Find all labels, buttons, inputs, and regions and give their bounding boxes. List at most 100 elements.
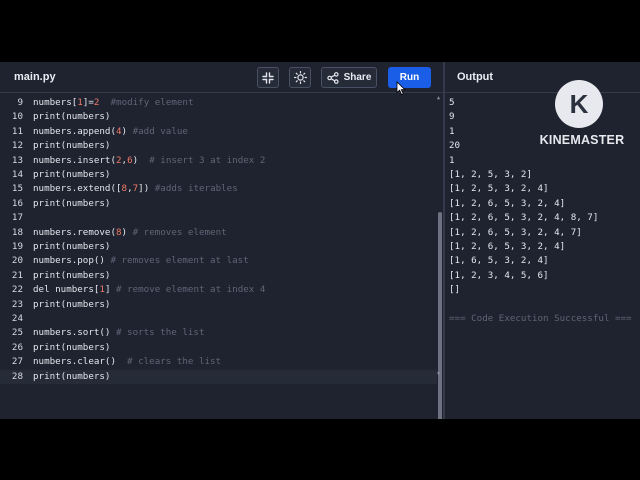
code-token: # removes element [132,226,227,238]
output-title: Output [457,71,494,83]
code-text: print(numbers) [33,110,110,124]
code-token: numbers.append( [33,125,116,137]
code-token: numbers.pop() [33,255,111,267]
code-line[interactable]: 12 print(numbers) [0,139,437,153]
line-number: 10 [11,111,23,123]
code-text: numbers.extend([8,7]) #adds iterables [33,182,238,196]
collapse-button[interactable] [257,67,279,88]
code-token: #add value [132,125,188,137]
code-line[interactable]: 19 print(numbers) [0,240,437,254]
line-number: 28 [11,370,23,382]
code-token: ]) [138,183,155,195]
line-number: 22 [11,284,23,296]
code-text: numbers.pop() # removes element at last [33,254,249,268]
code-line[interactable]: 10 print(numbers) [0,110,437,124]
code-token: numbers.insert( [33,154,116,166]
kinemaster-wordmark: KINEMASTER [539,133,625,147]
code-editor[interactable]: 9 numbers[1]=2 #modify element 10 print(num… [0,93,443,419]
output-line: 1 [449,154,455,166]
code-line[interactable]: 23 print(numbers) [0,298,437,312]
output-line: 1 [449,125,455,137]
output-line: [1, 2, 5, 3, 2, 4] [449,183,549,195]
output-line: 20 [449,140,461,152]
line-number: 26 [11,341,23,353]
code-line[interactable]: 27 numbers.clear() # clears the list [0,355,437,369]
code-token: # insert 3 at index 2 [149,154,266,166]
line-number: 18 [11,226,23,238]
code-line[interactable]: 16 print(numbers) [0,197,437,211]
line-number: 9 [17,97,23,108]
code-token: # sorts the list [115,327,205,339]
code-line[interactable]: 9 numbers[1]=2 #modify element [0,96,437,110]
code-text: del numbers[1] # remove element at index… [33,283,265,297]
output-line: 5 [449,97,455,108]
code-line[interactable]: 26 print(numbers) [0,341,437,355]
theme-toggle-button[interactable] [289,67,311,88]
line-number: 25 [11,327,23,339]
line-number: 21 [11,269,23,281]
code-line[interactable]: 14 print(numbers) [0,168,437,182]
code-token: print(numbers) [33,241,111,252]
code-token: # removes element at last [110,255,249,267]
code-text: numbers.append(4) #add value [33,125,188,139]
code-line[interactable]: 18 numbers.remove(8) # removes element [0,226,437,240]
pane-divider[interactable] [443,62,445,419]
line-number: 27 [11,356,23,368]
code-token: # remove element at index 4 [116,284,266,296]
code-token: print(numbers) [33,298,111,310]
code-line[interactable]: 28 print(numbers) [0,369,437,384]
line-number: 16 [11,197,23,209]
code-token: numbers.clear() [33,356,128,368]
share-button[interactable]: Share [321,67,377,88]
code-text: numbers.insert(2,6) # insert 3 at index … [33,154,265,168]
collapse-icon [262,71,274,84]
code-token: print(numbers) [33,370,111,382]
code-line[interactable]: 13 numbers.insert(2,6) # insert 3 at inde… [0,154,437,168]
line-number: 23 [11,298,23,310]
output-line: 9 [449,111,455,123]
code-token: print(numbers) [33,269,111,281]
code-line[interactable]: 21 print(numbers) [0,269,437,283]
code-text: numbers[1]=2 #modify element [33,96,193,110]
run-button[interactable]: Run [388,67,431,88]
code-text: print(numbers) [33,240,110,254]
scroll-up-arrow-icon[interactable]: ▲ [437,95,440,101]
code-token: #adds iterables [154,183,238,195]
code-line[interactable]: 24 [0,312,437,326]
code-line[interactable]: 20 numbers.pop() # removes element at las… [0,254,437,268]
code-text: print(numbers) [33,139,110,153]
code-token: print(numbers) [33,140,111,152]
file-tab-main[interactable]: main.py [14,71,56,83]
output-line: [1, 6, 5, 3, 2, 4] [449,255,549,267]
share-icon [326,71,339,84]
code-text: print(numbers) [33,197,110,211]
line-number: 13 [11,154,23,166]
code-token: ]= [82,97,94,108]
output-line: [1, 2, 5, 3, 2] [449,169,532,180]
code-token: print(numbers) [33,169,111,180]
code-token: numbers.remove( [33,226,116,238]
line-number: 15 [11,183,23,195]
code-text: numbers.clear() # clears the list [33,355,221,369]
scroll-down-arrow-icon[interactable]: ▼ [437,371,440,377]
line-number: 20 [11,255,23,267]
code-token: numbers.sort() [33,327,116,339]
line-number: 19 [11,241,23,252]
code-line[interactable]: 15 numbers.extend([8,7]) #adds iterables [0,182,437,196]
line-number: 17 [11,212,23,224]
code-line[interactable]: 25 numbers.sort() # sorts the list [0,326,437,340]
code-line[interactable]: 11 numbers.append(4) #add value [0,125,437,139]
output-line: [] [449,284,461,296]
code-token: numbers[ [33,97,78,108]
output-line: [1, 2, 6, 5, 3, 2, 4, 8, 7] [449,212,599,224]
code-token: numbers.extend([ [33,183,122,195]
output-line: [1, 2, 6, 5, 3, 2, 4] [449,241,566,252]
line-number: 14 [11,169,23,180]
editor-scrollbar-thumb[interactable] [438,212,442,419]
code-token: # clears the list [127,356,222,368]
code-line[interactable]: 22 del numbers[1] # remove element at ind… [0,283,437,297]
share-label: Share [343,72,372,83]
code-text: print(numbers) [33,269,110,283]
code-line[interactable]: 17 [0,211,437,225]
code-token: print(numbers) [33,197,111,209]
